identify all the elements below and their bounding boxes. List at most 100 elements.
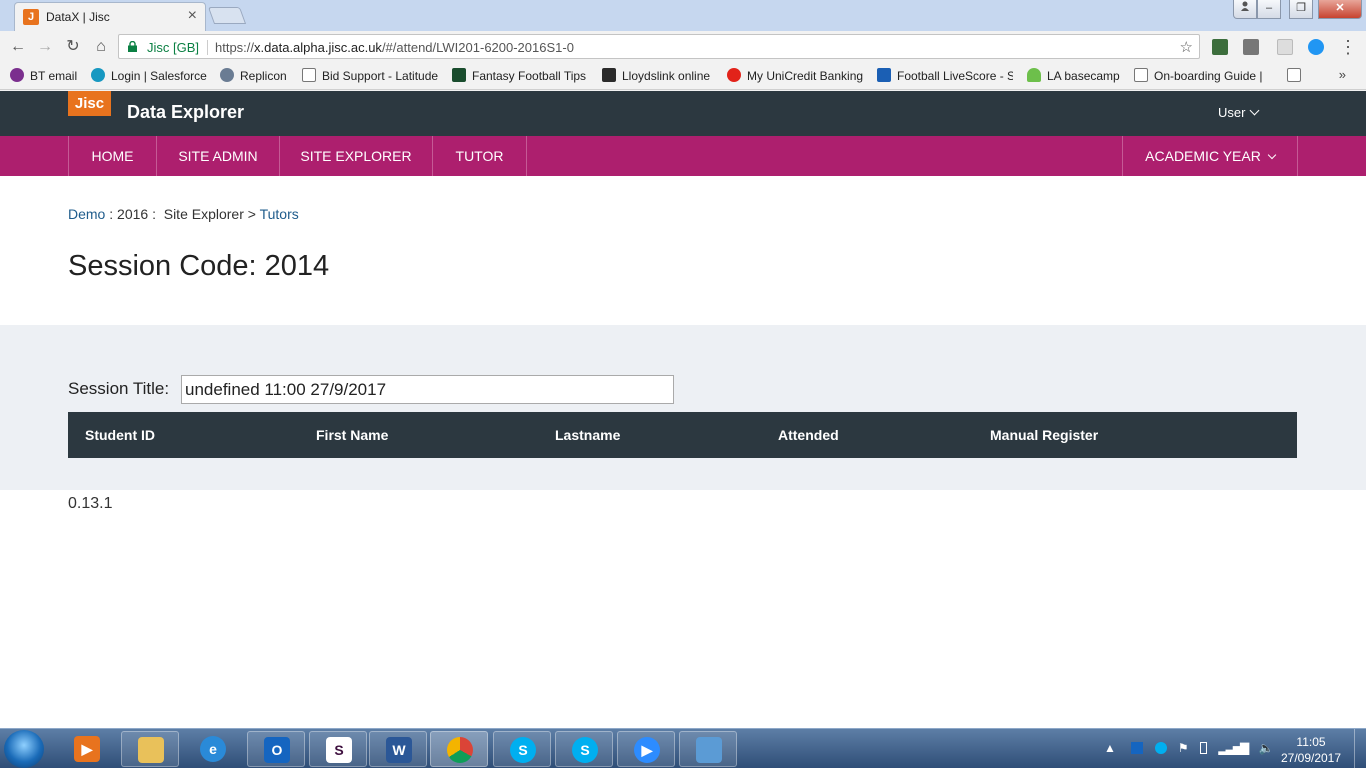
bookmark-bt-email[interactable]: BT email [10,68,82,83]
taskbar-chrome[interactable] [430,731,488,767]
column-lastname[interactable]: Lastname [555,427,620,443]
column-student-id[interactable]: Student ID [85,427,155,443]
app-header: Jisc Data Explorer User [0,91,1366,136]
close-tab-icon[interactable]: × [188,7,197,25]
page-title: Session Code: 2014 [68,250,330,282]
chrome-menu-icon[interactable]: ⋮ [1338,37,1358,57]
extension-photos-icon[interactable] [1212,39,1228,55]
tab-strip: J DataX | Jisc × – ❐ ✕ [0,0,1366,31]
breadcrumb-year: : 2016 : [105,206,160,222]
show-desktop-button[interactable] [1354,729,1366,768]
column-first-name[interactable]: First Name [316,427,388,443]
unicredit-icon [727,68,741,82]
start-button[interactable] [4,730,44,768]
fantasy-football-icon [452,68,466,82]
nav-academic-year[interactable]: ACADEMIC YEAR [1122,136,1298,176]
omnibox-divider [207,40,208,55]
show-hidden-icons-icon[interactable]: ▲ [1104,741,1116,755]
column-attended[interactable]: Attended [778,427,839,443]
bookmark-unicredit[interactable]: My UniCredit Banking [727,68,865,83]
network-signal-icon[interactable]: ▂▃▅▇ [1218,741,1249,755]
reload-icon[interactable]: ↻ [63,37,83,57]
skype-icon: S [510,737,536,763]
browser-toolbar: ← → ↻ ⌂ Jisc [GB] https://x.data.alpha.j… [0,31,1366,62]
nav-tutor[interactable]: TUTOR [433,136,527,176]
bookmark-salesforce[interactable]: Login | Salesforce [91,68,209,83]
url-host: x.data.alpha.jisc.ac.uk [254,40,382,55]
bookmark-fantasy-football[interactable]: Fantasy Football Tips [452,68,588,83]
taskbar-word[interactable]: W [369,731,427,767]
nav-site-admin[interactable]: SITE ADMIN [157,136,280,176]
salesforce-cloud-icon [91,68,105,82]
extension-location-icon[interactable] [1308,39,1324,55]
nav-site-explorer[interactable]: SITE EXPLORER [280,136,433,176]
chevron-down-icon [1267,150,1277,160]
outlook-icon: O [264,737,290,763]
lock-icon [128,41,137,52]
taskbar-slack[interactable]: S [309,731,367,767]
restore-button[interactable]: ❐ [1289,0,1313,19]
outlook-tray-icon[interactable] [1131,742,1144,754]
minimize-button[interactable]: – [1257,0,1281,19]
session-title-input[interactable] [181,375,674,404]
taskbar-skype-business[interactable]: S [555,731,613,767]
windows-taskbar: ▶ e O S W S S ▶ ▲ ⚑ ▂▃▅▇ 🔈 11:05 27/09/2… [0,728,1366,768]
horse-icon [602,68,616,82]
taskbar-internet-explorer[interactable]: e [184,731,242,767]
bookmark-star-icon[interactable]: ☆ [1180,38,1193,56]
breadcrumb-tutors[interactable]: Tutors [260,206,299,222]
taskbar-photos[interactable] [679,731,737,767]
clock-date: 27/09/2017 [1280,751,1342,765]
nav-home[interactable]: HOME [68,136,157,176]
user-menu[interactable]: User [1218,105,1260,120]
taskbar-file-explorer[interactable] [121,731,179,767]
chevron-down-icon [1250,105,1260,116]
breadcrumb-demo[interactable]: Demo [68,206,105,222]
attendance-table-header: Student ID First Name Lastname Attended … [68,412,1297,458]
address-bar[interactable]: Jisc [GB] https://x.data.alpha.jisc.ac.u… [118,34,1200,59]
battery-icon[interactable] [1200,742,1208,754]
bookmark-la-basecamp[interactable]: LA basecamp [1027,68,1123,83]
taskbar-zoom[interactable]: ▶ [617,731,675,767]
jisc-favicon-icon: J [23,9,39,25]
breadcrumb-separator: > [243,206,260,222]
bookmark-football-livescore[interactable]: Football LiveScore - S [877,68,1013,83]
bookmark-label: Fantasy Football Tips [472,69,587,83]
bookmark-replicon[interactable]: Replicon [220,68,292,83]
bookmark-lloydslink[interactable]: Lloydslink online [602,68,718,83]
browser-tab[interactable]: J DataX | Jisc × [14,2,206,31]
session-panel: Session Title: Student ID First Name Las… [0,325,1366,490]
replicon-icon [220,68,234,82]
internet-explorer-icon: e [200,736,226,762]
taskbar-skype[interactable]: S [493,731,551,767]
taskbar-outlook[interactable]: O [247,731,305,767]
bookmark-bid-support[interactable]: Bid Support - Latitude [302,68,438,83]
app-title[interactable]: Data Explorer [127,102,244,123]
close-window-button[interactable]: ✕ [1318,0,1362,19]
bookmark-onboarding-guide[interactable]: On-boarding Guide | [1134,68,1268,83]
forward-icon[interactable]: → [35,37,55,57]
chrome-icon [447,737,473,763]
bookmarks-bar: BT email Login | Salesforce Replicon Bid… [0,62,1366,90]
new-tab-button[interactable] [207,7,247,24]
skype-tray-icon[interactable] [1154,742,1167,754]
flag-icon[interactable]: ⚑ [1178,741,1189,755]
clock-time: 11:05 [1296,735,1326,749]
back-icon[interactable]: ← [8,37,28,57]
extension-evernote-icon[interactable] [1243,39,1259,55]
bookmark-label: Login | Salesforce [111,69,207,83]
column-manual-register[interactable]: Manual Register [990,427,1098,443]
skype-business-icon: S [572,737,598,763]
home-icon[interactable]: ⌂ [91,37,111,57]
bookmarks-overflow-button[interactable]: » [1339,67,1346,82]
jisc-logo[interactable]: Jisc [68,91,111,116]
volume-icon[interactable]: 🔈 [1259,741,1274,755]
user-profile-button[interactable] [1233,0,1257,19]
system-clock[interactable]: 11:05 27/09/2017 [1278,734,1344,766]
bookmark-untitled[interactable] [1287,68,1301,83]
extension-pdf-icon[interactable] [1277,39,1293,55]
bookmark-label: My UniCredit Banking [747,69,864,83]
session-title-label: Session Title: [68,379,170,398]
academic-year-label: ACADEMIC YEAR [1145,148,1261,164]
taskbar-media-player[interactable]: ▶ [58,731,116,767]
